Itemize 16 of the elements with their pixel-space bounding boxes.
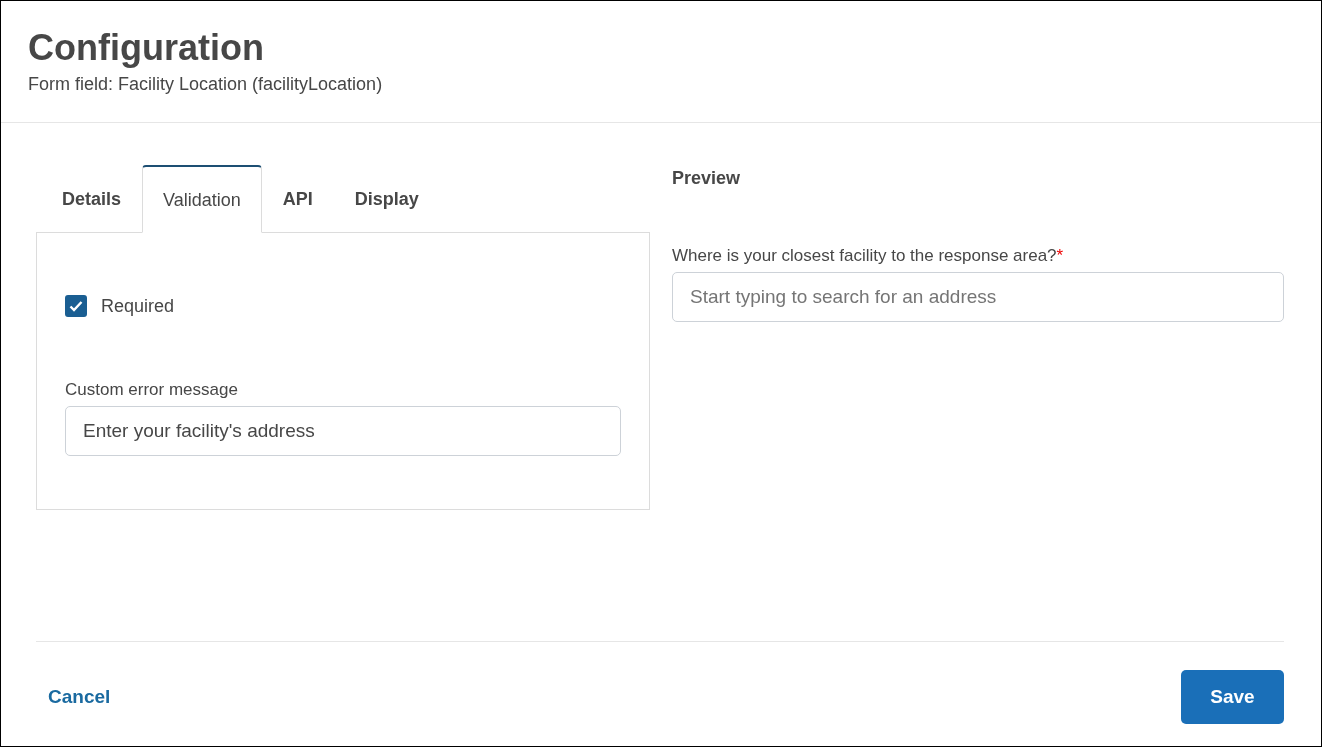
checkbox-label: Required <box>101 294 175 318</box>
tab[interactable]: Display <box>333 164 440 233</box>
field-label: Custom error message <box>65 378 239 401</box>
page-title: Configuration <box>28 29 265 67</box>
error-message-field[interactable]: Enter your facility's address <box>65 406 621 457</box>
check-icon <box>69 300 83 313</box>
save-button[interactable]: Save <box>1181 670 1284 724</box>
preview-heading: Preview <box>672 166 742 190</box>
page-subtitle: Form field: Facility Location (facilityLocation) <box>28 72 384 96</box>
tab[interactable]: API <box>261 164 334 233</box>
cancel-link[interactable]: Cancel <box>36 682 123 712</box>
tab[interactable]: Validation <box>142 164 262 233</box>
field-label: Where is your closest facility to the response area?* <box>672 244 1065 267</box>
tab[interactable]: Details <box>41 164 143 233</box>
required-checkbox[interactable] <box>65 295 87 318</box>
address-search-field[interactable]: Start typing to search for an address <box>672 272 1284 323</box>
